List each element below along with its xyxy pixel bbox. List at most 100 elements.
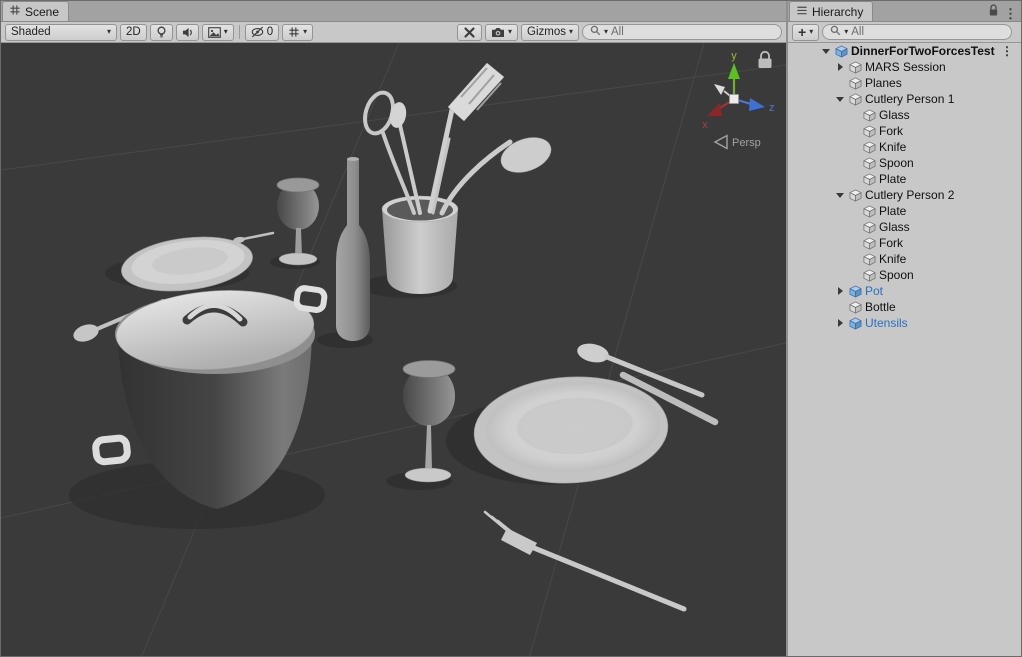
tools-button[interactable] [457,24,482,41]
camera-settings-dropdown[interactable]: ▾ [485,24,518,41]
hierarchy-item-label: Fork [879,124,903,138]
speaker-icon [182,27,193,38]
hierarchy-item-label: Spoon [879,156,914,170]
gameobject-cube-icon [862,204,876,218]
tools-wrench-icon [463,26,476,39]
chevron-down-icon: ▾ [569,28,573,36]
hierarchy-panel: Hierarchy ⋮ + ▾ ▾ DinnerForTwoF [788,1,1021,656]
scene-panel: Scene Shaded ▾ 2D [1,1,786,656]
hierarchy-tabbar: Hierarchy ⋮ [788,1,1021,22]
hierarchy-item-bottle[interactable]: Bottle [788,299,1021,315]
item-options-icon[interactable]: ⋮ [1001,45,1013,57]
gameobject-cube-icon [862,172,876,186]
shading-mode-dropdown[interactable]: Shaded ▾ [5,24,117,41]
gameobject-cube-icon [862,140,876,154]
fold-spacer [849,139,862,155]
lighting-toggle-button[interactable] [150,24,173,41]
gameobject-cube-icon [862,108,876,122]
tab-hierarchy[interactable]: Hierarchy [789,1,873,21]
foldout-arrow-icon[interactable] [821,43,834,59]
search-filter-caret-icon: ▾ [604,28,608,36]
unity-editor-window: Scene Shaded ▾ 2D [0,0,1022,657]
fold-spacer [849,107,862,123]
hierarchy-item-fork[interactable]: Fork [788,123,1021,139]
fold-spacer [849,219,862,235]
lock-icon[interactable] [988,4,999,22]
hierarchy-item-planes[interactable]: Planes [788,75,1021,91]
hierarchy-item-label: Plate [879,204,906,218]
search-icon [590,25,601,39]
chevron-down-icon: ▾ [809,28,813,36]
hierarchy-item-label: Fork [879,236,903,250]
fold-spacer [835,299,848,315]
foldout-arrow-icon[interactable] [835,315,848,331]
hierarchy-item-plate[interactable]: Plate [788,171,1021,187]
lightbulb-icon [156,26,167,39]
grid-settings-dropdown[interactable]: ▾ [282,24,313,41]
plus-icon: + [798,25,806,39]
hierarchy-item-mars-session[interactable]: MARS Session [788,59,1021,75]
gizmo-center-cube[interactable] [730,95,739,104]
hierarchy-item-dinnerfortwoforcestest[interactable]: DinnerForTwoForcesTest⋮ [788,43,1021,59]
hierarchy-item-utensils[interactable]: Utensils [788,315,1021,331]
hierarchy-item-label: Knife [879,252,906,266]
hierarchy-item-label: Cutlery Person 1 [865,92,954,106]
gizmos-label: Gizmos [527,26,566,38]
hierarchy-item-fork[interactable]: Fork [788,235,1021,251]
search-filter-caret-icon: ▾ [844,28,848,36]
hierarchy-item-spoon[interactable]: Spoon [788,155,1021,171]
eye-hidden-icon [251,26,264,38]
gizmos-dropdown[interactable]: Gizmos ▾ [521,24,579,41]
audio-toggle-button[interactable] [176,24,199,41]
hierarchy-item-label: MARS Session [865,60,946,74]
fold-spacer [849,123,862,139]
hierarchy-item-pot[interactable]: Pot [788,283,1021,299]
hierarchy-item-glass[interactable]: Glass [788,107,1021,123]
hierarchy-search-field[interactable]: ▾ [822,24,1012,40]
hierarchy-item-spoon[interactable]: Spoon [788,267,1021,283]
foldout-arrow-icon[interactable] [835,187,848,203]
tab-scene[interactable]: Scene [2,1,69,21]
scene-grid-icon [9,4,21,19]
hierarchy-item-knife[interactable]: Knife [788,139,1021,155]
fold-spacer [849,251,862,267]
window-menu-icon[interactable]: ⋮ [1004,7,1017,20]
search-icon [830,25,841,39]
hidden-count-label: 0 [267,26,273,38]
fold-spacer [849,155,862,171]
grid-icon [288,26,300,38]
create-object-button[interactable]: + ▾ [792,24,819,41]
hierarchy-item-plate[interactable]: Plate [788,203,1021,219]
hierarchy-item-label: Bottle [865,300,896,314]
hierarchy-item-label: Knife [879,140,906,154]
scene-viewport[interactable]: y z x Persp [1,43,786,656]
toolbar-separator [239,25,240,39]
hierarchy-item-label: Planes [865,76,902,90]
scene-visibility-button[interactable]: 0 [245,24,279,41]
shading-mode-label: Shaded [11,26,51,38]
2d-toggle-button[interactable]: 2D [120,24,147,41]
hierarchy-item-cutlery-person-2[interactable]: Cutlery Person 2 [788,187,1021,203]
gameobject-cube-icon [862,252,876,266]
effects-dropdown-button[interactable]: ▾ [202,24,234,41]
hierarchy-toolbar: + ▾ ▾ [788,22,1021,43]
hierarchy-search-input[interactable] [851,26,1004,38]
hierarchy-item-knife[interactable]: Knife [788,251,1021,267]
fold-spacer [849,267,862,283]
hierarchy-item-cutlery-person-1[interactable]: Cutlery Person 1 [788,91,1021,107]
foldout-arrow-icon[interactable] [835,91,848,107]
2d-toggle-label: 2D [126,26,141,38]
fold-spacer [849,235,862,251]
hierarchy-item-glass[interactable]: Glass [788,219,1021,235]
foldout-arrow-icon[interactable] [835,283,848,299]
chevron-down-icon: ▾ [508,28,512,36]
scene-3d-render[interactable]: y z x Persp [1,43,786,656]
scene-search-input[interactable] [611,26,774,38]
scene-search-field[interactable]: ▾ [582,24,782,40]
fold-spacer [849,171,862,187]
hierarchy-item-label: Glass [879,108,910,122]
gameobject-cube-icon [848,76,862,90]
hierarchy-item-label: Pot [865,284,883,298]
foldout-arrow-icon[interactable] [835,59,848,75]
gameobject-cube-icon [848,60,862,74]
